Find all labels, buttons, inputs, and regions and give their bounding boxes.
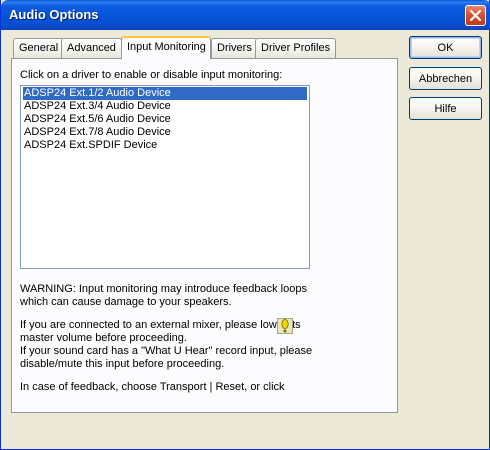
close-button[interactable] xyxy=(465,5,486,26)
warning-text-line2: which can cause damage to your speakers. xyxy=(20,296,232,308)
audio-options-dialog: Audio Options General Advanced Input Mon… xyxy=(0,0,490,450)
tab-general[interactable]: General xyxy=(13,38,65,58)
driver-list-item[interactable]: ADSP24 Ext.SPDIF Device xyxy=(23,139,307,152)
mixer-text-line2: master volume before proceeding. xyxy=(20,332,187,344)
window-title: Audio Options xyxy=(9,7,99,22)
warning-text-line1: WARNING: Input monitoring may introduce … xyxy=(20,283,307,295)
input-monitoring-panel: Click on a driver to enable or disable i… xyxy=(11,58,398,413)
tab-advanced[interactable]: Advanced xyxy=(61,38,122,58)
tab-input-monitoring[interactable]: Input Monitoring xyxy=(121,36,211,59)
exclamation-icon xyxy=(281,319,289,333)
cancel-button[interactable]: Abbrechen xyxy=(409,67,482,90)
mixer-text-line1: If you are connected to an external mixe… xyxy=(20,319,301,331)
driver-list-item[interactable]: ADSP24 Ext.7/8 Audio Device xyxy=(23,126,307,139)
whatuhear-text-line1: If your sound card has a "What U Hear" r… xyxy=(20,345,313,357)
close-icon xyxy=(470,10,481,21)
ok-button[interactable]: OK xyxy=(409,36,482,59)
driver-list-item[interactable]: ADSP24 Ext.1/2 Audio Device xyxy=(23,87,307,100)
feedback-text: In case of feedback, choose Transport | … xyxy=(20,381,285,393)
tab-driver-profiles[interactable]: Driver Profiles xyxy=(255,38,337,58)
reset-warning-icon[interactable] xyxy=(277,318,293,334)
driver-list-item[interactable]: ADSP24 Ext.3/4 Audio Device xyxy=(23,100,307,113)
instruction-text: Click on a driver to enable or disable i… xyxy=(20,69,283,81)
driver-list-item[interactable]: ADSP24 Ext.5/6 Audio Device xyxy=(23,113,307,126)
tab-drivers[interactable]: Drivers xyxy=(211,38,258,58)
driver-listbox[interactable]: ADSP24 Ext.1/2 Audio Device ADSP24 Ext.3… xyxy=(20,85,310,269)
title-bar[interactable]: Audio Options xyxy=(1,0,490,30)
help-button[interactable]: Hilfe xyxy=(409,97,482,120)
whatuhear-text-line2: disable/mute this input before proceedin… xyxy=(20,358,225,370)
